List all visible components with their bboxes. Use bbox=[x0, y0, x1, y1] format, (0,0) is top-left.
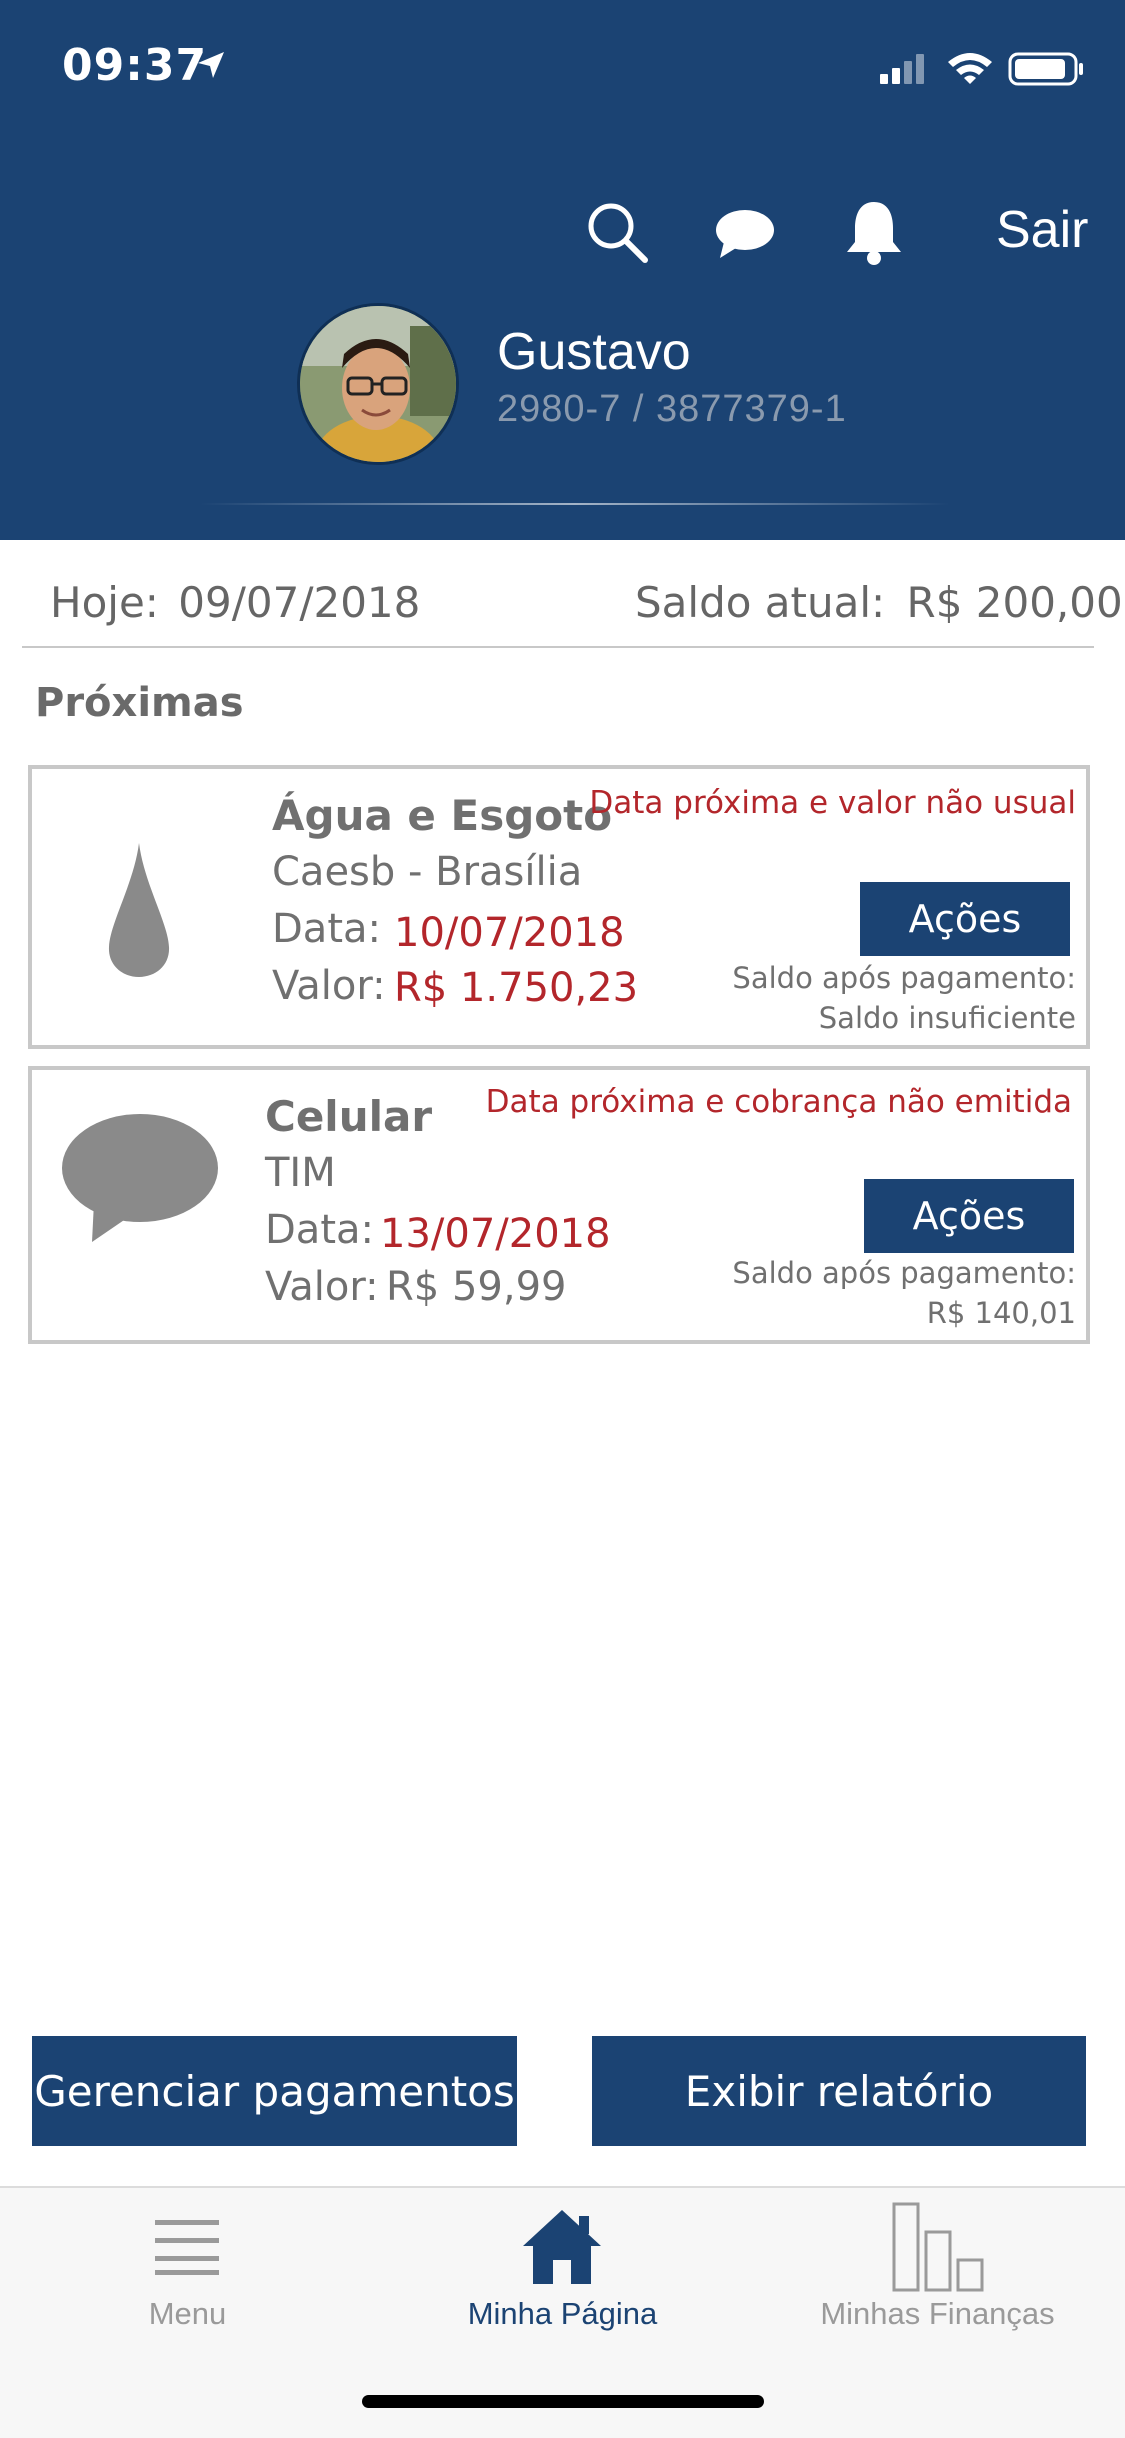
bill-date: 13/07/2018 bbox=[380, 1211, 611, 1257]
tab-minha-pagina[interactable]: Minha Página bbox=[375, 2188, 750, 2368]
status-indicators bbox=[880, 52, 1083, 86]
tab-label: Menu bbox=[148, 2296, 227, 2331]
tab-label: Minhas Finanças bbox=[820, 2296, 1055, 2331]
home-icon bbox=[523, 2210, 601, 2284]
speech-bubble-icon bbox=[62, 1114, 218, 1242]
value-label: Valor: bbox=[265, 1264, 379, 1310]
user-account: 2980-7 / 3877379-1 bbox=[497, 388, 847, 430]
divider bbox=[22, 646, 1094, 648]
balance-info: Saldo atual: R$ 200,00 bbox=[635, 578, 1123, 627]
date-label: Data: bbox=[265, 1207, 374, 1253]
balance-after-value: R$ 140,01 bbox=[926, 1296, 1076, 1330]
bill-card[interactable]: Água e Esgoto Caesb - Brasília Data: 10/… bbox=[28, 765, 1090, 1049]
balance-after-label: Saldo após pagamento: bbox=[732, 961, 1076, 995]
balance-value: R$ 200,00 bbox=[906, 578, 1123, 627]
date-label: Data: bbox=[272, 906, 381, 952]
water-drop-icon bbox=[108, 843, 170, 977]
bill-warning: Data próxima e valor não usual bbox=[589, 785, 1076, 821]
bar-chart-icon bbox=[892, 2202, 984, 2292]
tab-menu[interactable]: Menu bbox=[0, 2188, 375, 2368]
menu-icon bbox=[155, 2220, 219, 2275]
balance-after-value: Saldo insuficiente bbox=[818, 1001, 1076, 1035]
battery-icon bbox=[1008, 52, 1083, 86]
status-time: 09:37 bbox=[62, 40, 208, 91]
bell-icon[interactable] bbox=[843, 198, 905, 268]
home-indicator bbox=[362, 2395, 764, 2408]
today-info: Hoje: 09/07/2018 bbox=[50, 578, 420, 627]
show-report-button[interactable]: Exibir relatório bbox=[592, 2036, 1086, 2146]
search-icon[interactable] bbox=[585, 200, 649, 264]
today-label: Hoje: bbox=[50, 578, 159, 627]
wifi-icon bbox=[948, 53, 992, 84]
balance-after-label: Saldo após pagamento: bbox=[732, 1256, 1076, 1290]
tab-minhas-financas[interactable]: Minhas Finanças bbox=[750, 2188, 1125, 2368]
chat-icon[interactable] bbox=[714, 208, 776, 260]
bill-provider: TIM bbox=[265, 1150, 336, 1196]
actions-button[interactable]: Ações bbox=[860, 882, 1070, 956]
actions-button[interactable]: Ações bbox=[864, 1179, 1074, 1253]
location-arrow-icon bbox=[198, 52, 224, 78]
manage-payments-button[interactable]: Gerenciar pagamentos bbox=[32, 2036, 517, 2146]
tab-label: Minha Página bbox=[467, 2296, 658, 2331]
section-title: Próximas bbox=[35, 680, 244, 726]
bill-warning: Data próxima e cobrança não emitida bbox=[485, 1084, 1072, 1120]
bill-value: R$ 1.750,23 bbox=[394, 965, 639, 1011]
balance-label: Saldo atual: bbox=[635, 578, 886, 627]
value-label: Valor: bbox=[272, 963, 386, 1009]
header-divider bbox=[200, 503, 950, 505]
bill-provider: Caesb - Brasília bbox=[272, 849, 583, 895]
bill-value: R$ 59,99 bbox=[386, 1264, 567, 1310]
avatar bbox=[297, 303, 459, 465]
bill-card[interactable]: Celular TIM Data: 13/07/2018 Valor: R$ 5… bbox=[28, 1066, 1090, 1344]
bill-title: Celular bbox=[265, 1092, 433, 1141]
logout-button[interactable]: Sair bbox=[996, 200, 1088, 260]
today-date: 09/07/2018 bbox=[178, 578, 421, 627]
bill-date: 10/07/2018 bbox=[394, 910, 625, 956]
bill-title: Água e Esgoto bbox=[272, 791, 613, 840]
cellular-signal-icon bbox=[880, 54, 924, 84]
user-name: Gustavo bbox=[497, 323, 691, 381]
app-header: 09:37 Sair Gustavo 2980-7 / 3877379-1 bbox=[0, 0, 1125, 540]
